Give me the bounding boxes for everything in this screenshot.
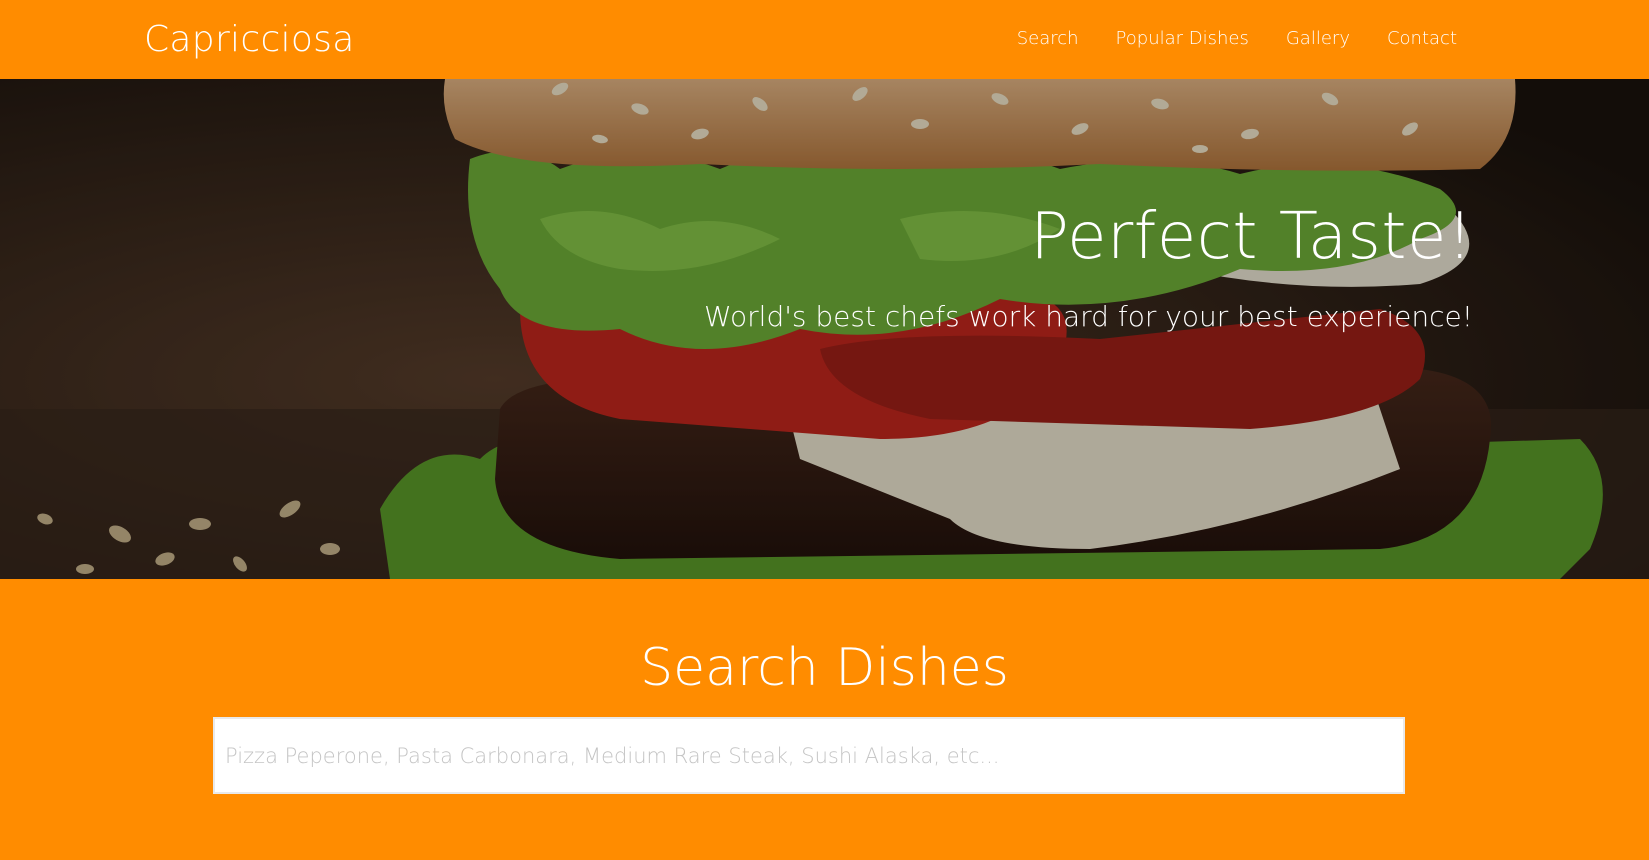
search-section: Search Dishes bbox=[0, 579, 1649, 860]
nav-link-contact[interactable]: Contact bbox=[1387, 26, 1457, 52]
hero-banner: Perfect Taste! World's best chefs work h… bbox=[0, 79, 1649, 579]
brand-logo[interactable]: Capricciosa bbox=[144, 18, 355, 62]
hero-subtitle: World's best chefs work hard for your be… bbox=[703, 300, 1473, 333]
nav-link-gallery[interactable]: Gallery bbox=[1286, 26, 1350, 52]
search-title: Search Dishes bbox=[640, 638, 1009, 698]
navbar: Capricciosa Search Popular Dishes Galler… bbox=[0, 0, 1649, 79]
nav-link-popular-dishes[interactable]: Popular Dishes bbox=[1116, 26, 1249, 52]
hero-title: Perfect Taste! bbox=[1030, 200, 1473, 274]
nav-links: Search Popular Dishes Gallery Contact bbox=[1017, 26, 1457, 52]
nav-link-search[interactable]: Search bbox=[1017, 26, 1079, 52]
search-dishes-input[interactable] bbox=[213, 717, 1405, 794]
